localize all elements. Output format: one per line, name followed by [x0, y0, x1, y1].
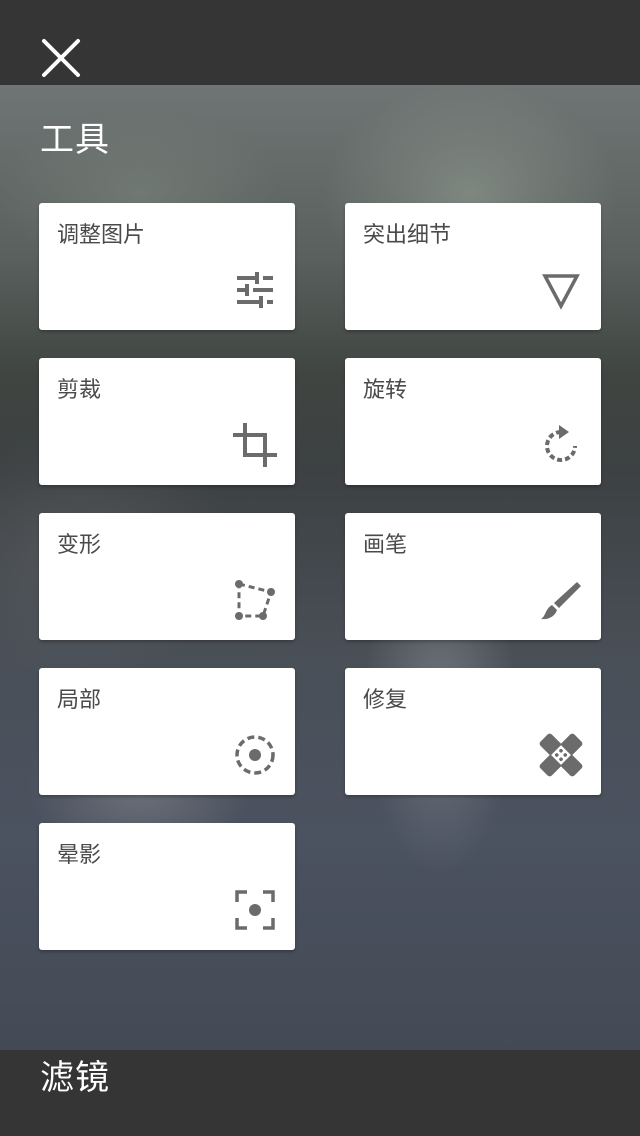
tools-screen: 工具 调整图片 突出细节 剪裁 旋转 变形 画笔 局部 修复 晕影 滤镜 — [0, 0, 640, 1136]
tool-card-healing[interactable]: 修复 — [345, 668, 601, 795]
crop-icon — [233, 423, 277, 467]
tool-card-vignette[interactable]: 晕影 — [39, 823, 295, 950]
tool-label: 变形 — [57, 533, 102, 558]
tool-label: 修复 — [363, 688, 408, 713]
triangle-down-icon — [539, 268, 583, 312]
tool-card-selective[interactable]: 局部 — [39, 668, 295, 795]
brush-icon — [539, 578, 583, 622]
vignette-focus-icon — [233, 888, 277, 932]
close-icon — [42, 39, 80, 77]
close-button[interactable] — [38, 35, 84, 81]
tool-label: 局部 — [57, 688, 102, 713]
tool-card-details[interactable]: 突出细节 — [345, 203, 601, 330]
selective-target-icon — [233, 733, 277, 777]
tools-section-title: 工具 — [40, 120, 110, 160]
tool-label: 旋转 — [363, 378, 408, 403]
tool-label: 调整图片 — [57, 223, 146, 248]
tune-sliders-icon — [233, 268, 277, 312]
healing-bandage-icon — [539, 733, 583, 777]
tool-card-brush[interactable]: 画笔 — [345, 513, 601, 640]
rotate-icon — [539, 423, 583, 467]
perspective-icon — [233, 578, 277, 622]
tool-label: 突出细节 — [363, 223, 452, 248]
tool-card-rotate[interactable]: 旋转 — [345, 358, 601, 485]
tool-label: 晕影 — [57, 843, 102, 868]
tool-label: 画笔 — [363, 533, 408, 558]
tool-label: 剪裁 — [57, 378, 102, 403]
filters-section-title[interactable]: 滤镜 — [40, 1050, 110, 1099]
tool-card-tune-image[interactable]: 调整图片 — [39, 203, 295, 330]
tool-card-transform[interactable]: 变形 — [39, 513, 295, 640]
tool-card-crop[interactable]: 剪裁 — [39, 358, 295, 485]
top-bar — [0, 0, 640, 85]
